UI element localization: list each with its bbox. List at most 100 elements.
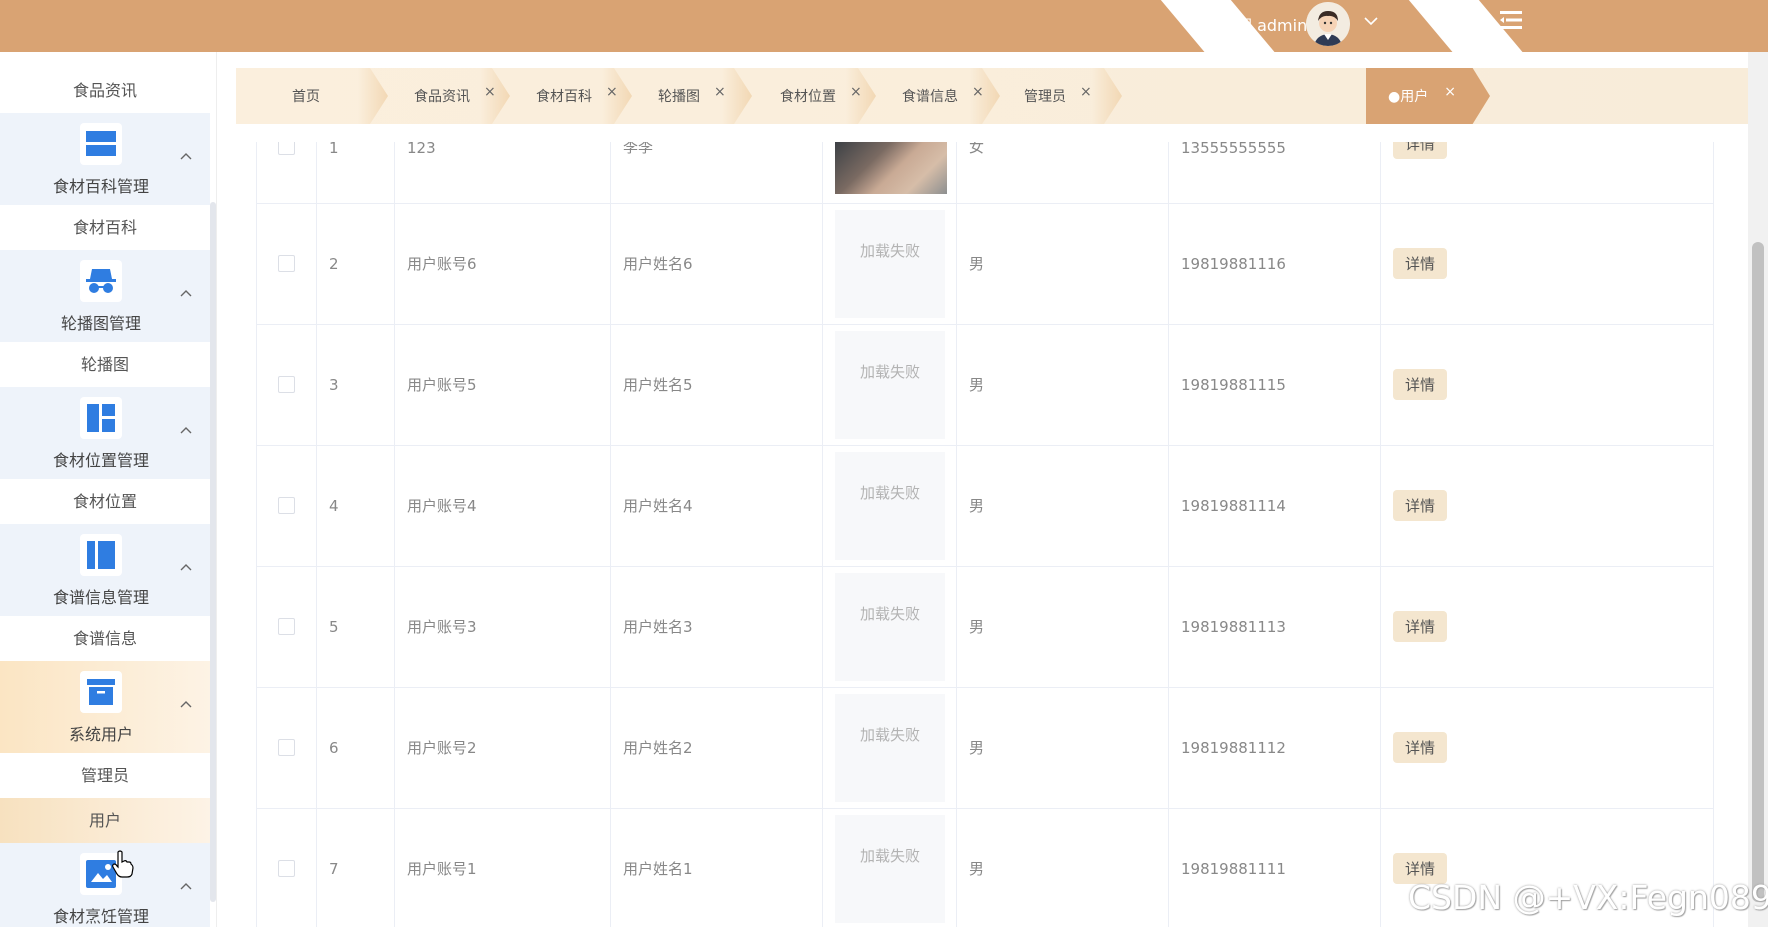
page-scrollbar-thumb[interactable] xyxy=(1752,242,1764,902)
sidebar-item-admin[interactable]: 管理员 xyxy=(0,753,210,798)
sidebar-item-recipe[interactable]: 食谱信息 xyxy=(0,616,210,661)
detail-button[interactable]: 详情 xyxy=(1393,732,1448,763)
tab-label: 食谱信息 xyxy=(902,89,958,105)
sidebar-group-cooking[interactable]: 食材烹饪管理 xyxy=(0,843,210,927)
row-checkbox-cell xyxy=(257,445,317,566)
row-checkbox[interactable] xyxy=(278,255,295,272)
row-sex-value: 男 xyxy=(969,618,985,636)
close-icon[interactable]: × xyxy=(714,84,726,100)
image-load-failed: 加载失败 xyxy=(835,209,945,318)
hand-cursor-icon xyxy=(112,850,134,882)
chevron-down-icon[interactable] xyxy=(1364,14,1378,30)
row-account-value: 123 xyxy=(407,142,436,157)
row-operation: 详情 xyxy=(1381,445,1713,566)
row-phone: 13555555555 xyxy=(1169,142,1381,203)
sidebar-group-system-users[interactable]: 系统用户 xyxy=(0,661,210,753)
close-icon[interactable]: × xyxy=(1080,84,1092,100)
row-operation: 详情 xyxy=(1381,566,1713,687)
row-checkbox-cell xyxy=(257,808,317,927)
sidebar-item-ingredient-location[interactable]: 食材位置 xyxy=(0,479,210,524)
row-image: 加载失败 xyxy=(823,687,957,808)
row-image: 加载失败 xyxy=(823,808,957,927)
tab-recipe[interactable]: 食谱信息 × xyxy=(880,68,984,124)
sidebar-group-label: 轮播图管理 xyxy=(60,314,141,333)
sidebar-item-label: 食材位置 xyxy=(72,492,137,511)
sidebar-item-ingredient-wiki[interactable]: 食材百科 xyxy=(0,205,210,250)
tab-carousel[interactable]: 轮播图 × xyxy=(636,68,726,124)
tab-separator xyxy=(1092,68,1122,124)
sidebar-item-label: 用户 xyxy=(88,811,121,830)
row-checkbox[interactable] xyxy=(278,618,295,635)
sidebar-item-users[interactable]: 用户 xyxy=(0,798,210,843)
row-index: 7 xyxy=(317,808,395,927)
row-sex: 男 xyxy=(957,324,1169,445)
table-row: 1 123 李李 女 13555555555 详情 xyxy=(257,142,1713,204)
sidebar-item-carousel[interactable]: 轮播图 xyxy=(0,342,210,387)
row-name: 用户姓名4 xyxy=(611,445,823,566)
close-icon[interactable]: × xyxy=(484,84,496,100)
detail-button[interactable]: 详情 xyxy=(1393,611,1448,642)
row-sex-value: 男 xyxy=(969,739,985,757)
tab-label: 首页 xyxy=(292,89,320,105)
detail-button[interactable]: 详情 xyxy=(1393,142,1448,159)
row-name: 用户姓名1 xyxy=(611,808,823,927)
table-row: 4 用户账号4 用户姓名4 加载失败 男 19819881114 详情 xyxy=(257,445,1713,567)
row-account: 用户账号2 xyxy=(395,687,611,808)
tab-users[interactable]: ●用户 × xyxy=(1366,68,1490,124)
tab-admin[interactable]: 管理员 × xyxy=(1002,68,1092,124)
close-icon[interactable]: × xyxy=(850,84,862,100)
avatar[interactable] xyxy=(1306,2,1350,46)
sidebar-group-recipe[interactable]: 食谱信息管理 xyxy=(0,524,210,616)
detail-button[interactable]: 详情 xyxy=(1393,369,1448,400)
row-checkbox[interactable] xyxy=(278,497,295,514)
close-icon[interactable]: × xyxy=(972,84,984,100)
page-scrollbar[interactable] xyxy=(1748,52,1768,927)
row-account: 用户账号3 xyxy=(395,566,611,687)
tab-food-news[interactable]: 食品资讯 × xyxy=(392,68,496,124)
chevron-up-icon xyxy=(180,697,192,711)
sidebar-group-carousel[interactable]: 轮播图管理 xyxy=(0,250,210,342)
row-name-value: 用户姓名5 xyxy=(623,376,693,394)
row-checkbox[interactable] xyxy=(278,142,295,155)
row-sex: 男 xyxy=(957,445,1169,566)
row-checkbox[interactable] xyxy=(278,739,295,756)
tab-label: 食品资讯 xyxy=(414,89,470,105)
row-index: 5 xyxy=(317,566,395,687)
row-checkbox[interactable] xyxy=(278,376,295,393)
chevron-up-icon xyxy=(180,423,192,437)
image-load-failed: 加载失败 xyxy=(835,330,945,439)
detail-button[interactable]: 详情 xyxy=(1393,490,1448,521)
row-sex: 男 xyxy=(957,687,1169,808)
tab-ingredient-location[interactable]: 食材位置 × xyxy=(758,68,862,124)
row-image: 加载失败 xyxy=(823,324,957,445)
sidebar-group-label: 食材位置管理 xyxy=(52,451,149,470)
row-account-value: 用户账号5 xyxy=(407,376,477,394)
menu-fold-icon[interactable] xyxy=(1500,10,1522,34)
sidebar-group-ingredient-location[interactable]: 食材位置管理 xyxy=(0,387,210,479)
tab-home[interactable]: 首页 xyxy=(270,68,320,124)
row-account-value: 用户账号2 xyxy=(407,739,477,757)
row-checkbox-cell xyxy=(257,203,317,324)
row-index-value: 2 xyxy=(329,254,339,273)
sidebar: 食品资讯 食材百科管理 食材百科 轮播图管理 轮播图 食材位置管理 食材位置 食… xyxy=(0,52,217,927)
top-header: 欢迎 admin xyxy=(0,0,1768,52)
close-icon[interactable]: × xyxy=(1444,84,1456,100)
sidebar-scrollbar[interactable] xyxy=(210,202,216,902)
user-photo[interactable] xyxy=(835,142,947,194)
row-image: 加载失败 xyxy=(823,203,957,324)
sidebar-group-ingredient-wiki[interactable]: 食材百科管理 xyxy=(0,113,210,205)
row-checkbox-cell xyxy=(257,142,317,203)
detail-button[interactable]: 详情 xyxy=(1393,248,1448,279)
sidebar-item-food-news[interactable]: 食品资讯 xyxy=(0,68,210,113)
row-sex-value: 男 xyxy=(969,860,985,878)
sidebar-group-label: 食材烹饪管理 xyxy=(52,907,149,926)
tab-separator xyxy=(722,68,752,124)
row-checkbox[interactable] xyxy=(278,860,295,877)
row-index-value: 4 xyxy=(329,496,339,515)
row-name: 李李 xyxy=(611,142,823,203)
row-checkbox-cell xyxy=(257,324,317,445)
columns-icon xyxy=(80,534,122,576)
close-icon[interactable]: × xyxy=(606,84,618,100)
tab-ingredient-wiki[interactable]: 食材百科 × xyxy=(514,68,618,124)
table-row: 5 用户账号3 用户姓名3 加载失败 男 19819881113 详情 xyxy=(257,566,1713,688)
